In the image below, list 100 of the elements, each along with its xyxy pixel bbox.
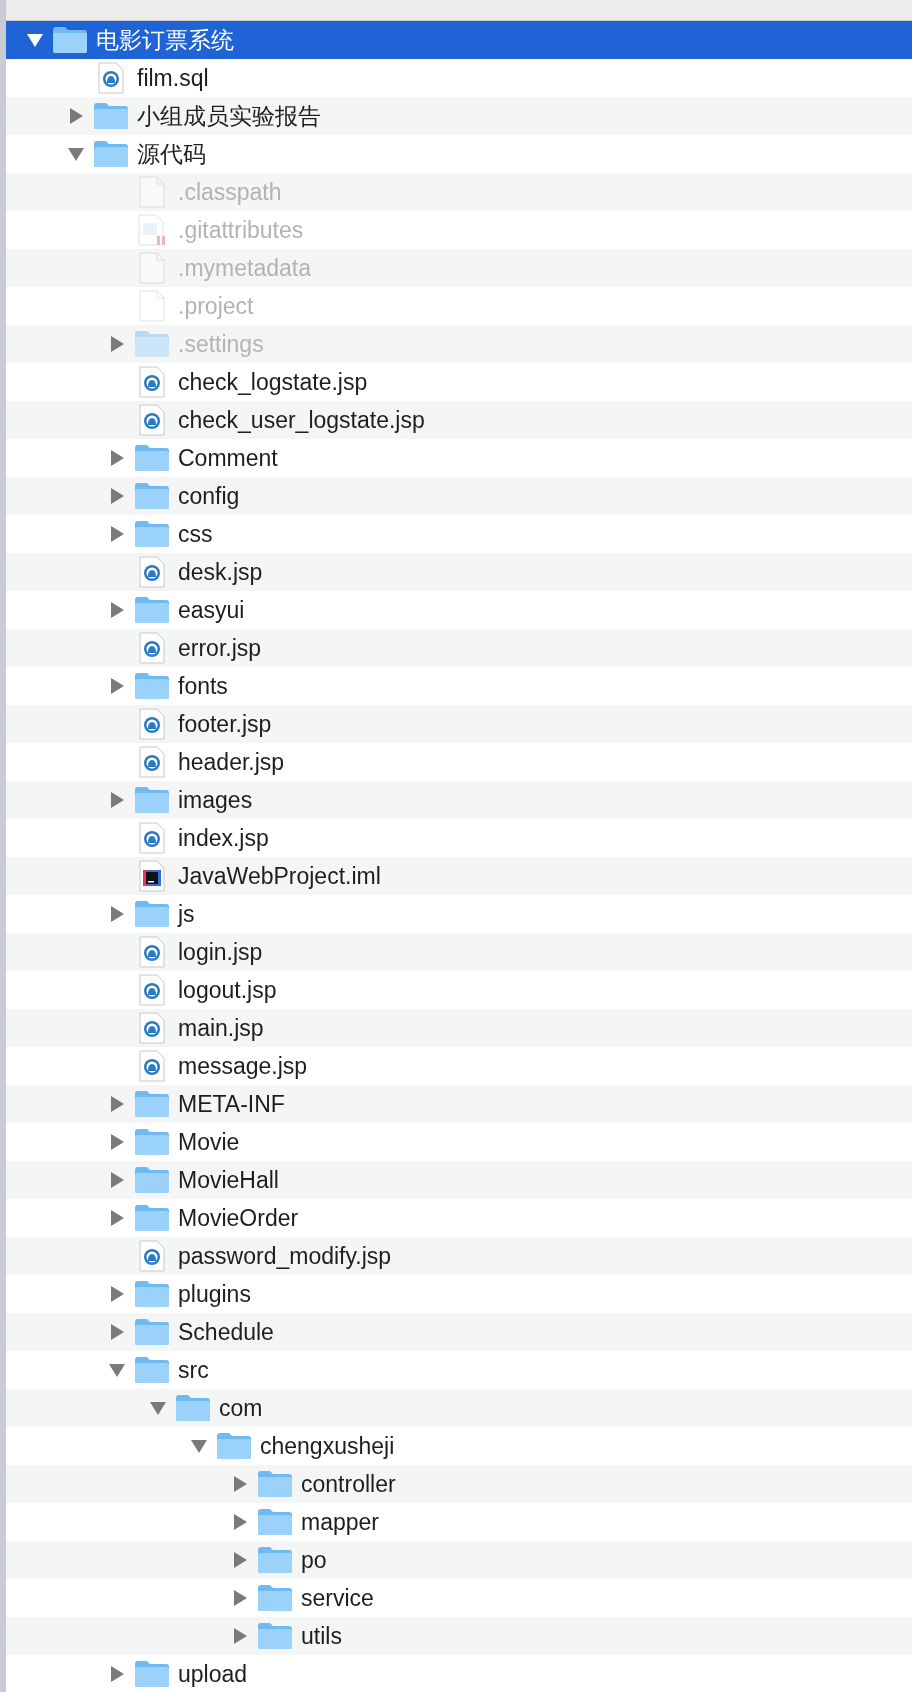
globe-document-icon [139,708,165,740]
file-name: desk.jsp [178,558,263,586]
expand-triangle-icon[interactable] [108,525,126,543]
file-row[interactable]: JavaWebProject.iml [6,857,912,895]
file-name: service [301,1584,374,1612]
file-row[interactable]: controller [6,1465,912,1503]
file-row[interactable]: po [6,1541,912,1579]
folder-icon [257,1584,293,1612]
folder-icon [52,26,88,54]
expand-triangle-icon[interactable] [108,677,126,695]
globe-document-icon [139,366,165,398]
file-name: .mymetadata [178,254,311,282]
folder-icon [134,1128,170,1156]
expand-triangle-icon[interactable] [108,1285,126,1303]
file-name: fonts [178,672,228,700]
globe-document-icon [139,632,165,664]
expand-triangle-icon[interactable] [108,791,126,809]
expand-triangle-icon[interactable] [108,1133,126,1151]
globe-document-icon [139,556,165,588]
file-name: check_user_logstate.jsp [178,406,425,434]
text-document-icon [138,214,166,246]
folder-icon [257,1508,293,1536]
file-name: login.jsp [178,938,263,966]
file-row[interactable]: com [6,1389,912,1427]
collapse-triangle-icon[interactable] [149,1399,167,1417]
file-row[interactable]: password_modify.jsp [6,1237,912,1275]
file-name: chengxusheji [260,1432,395,1460]
file-row[interactable]: MovieHall [6,1161,912,1199]
file-name: Schedule [178,1318,274,1346]
file-row[interactable]: desk.jsp [6,553,912,591]
expand-triangle-icon[interactable] [231,1627,249,1645]
folder-icon [134,1660,170,1688]
file-row[interactable]: 电影订票系统 [6,21,912,59]
file-name: js [178,900,195,928]
expand-triangle-icon[interactable] [231,1475,249,1493]
file-name: logout.jsp [178,976,277,1004]
collapse-triangle-icon[interactable] [26,31,44,49]
file-row[interactable]: utils [6,1617,912,1655]
folder-icon [134,482,170,510]
expand-triangle-icon[interactable] [108,1171,126,1189]
file-row[interactable]: META-INF [6,1085,912,1123]
folder-icon [134,1166,170,1194]
file-row[interactable]: error.jsp [6,629,912,667]
expand-triangle-icon[interactable] [108,1095,126,1113]
collapse-triangle-icon[interactable] [190,1437,208,1455]
collapse-triangle-icon[interactable] [108,1361,126,1379]
folder-icon [134,1318,170,1346]
file-row[interactable]: check_user_logstate.jsp [6,401,912,439]
globe-document-icon [139,1050,165,1082]
globe-document-icon [139,746,165,778]
file-name: Movie [178,1128,240,1156]
file-name: .classpath [178,178,282,206]
file-row[interactable]: 小组成员实验报告 [6,97,912,135]
expand-triangle-icon[interactable] [108,487,126,505]
file-name: com [219,1394,263,1422]
file-row[interactable]: main.jsp [6,1009,912,1047]
file-name: easyui [178,596,245,624]
expand-triangle-icon[interactable] [108,601,126,619]
blank-document-icon [139,252,165,284]
file-name: .project [178,292,254,320]
file-name: 小组成员实验报告 [137,101,321,131]
expand-triangle-icon[interactable] [231,1513,249,1531]
file-row[interactable]: config [6,477,912,515]
expand-triangle-icon[interactable] [108,1209,126,1227]
file-name: po [301,1546,327,1574]
folder-icon [134,1356,170,1384]
expand-triangle-icon[interactable] [108,449,126,467]
folder-icon [257,1622,293,1650]
file-row[interactable]: Schedule [6,1313,912,1351]
expand-triangle-icon[interactable] [231,1589,249,1607]
file-name: controller [301,1470,396,1498]
collapse-triangle-icon[interactable] [67,145,85,163]
folder-icon [134,520,170,548]
expand-triangle-icon[interactable] [108,1665,126,1683]
file-name: css [178,520,213,548]
folder-icon [93,102,129,130]
folder-icon [175,1394,211,1422]
folder-icon [134,900,170,928]
expand-triangle-icon[interactable] [108,335,126,353]
file-name: utils [301,1622,342,1650]
folder-icon [134,444,170,472]
file-name: password_modify.jsp [178,1242,392,1270]
file-row[interactable]: login.jsp [6,933,912,971]
file-row[interactable]: footer.jsp [6,705,912,743]
folder-icon [134,330,170,358]
globe-document-icon [139,404,165,436]
folder-icon [134,672,170,700]
globe-document-icon [139,1012,165,1044]
file-name: MovieHall [178,1166,279,1194]
globe-document-icon [98,62,124,94]
file-row[interactable]: images [6,781,912,819]
expand-triangle-icon[interactable] [231,1551,249,1569]
file-name: images [178,786,253,814]
expand-triangle-icon[interactable] [67,107,85,125]
file-name: src [178,1356,209,1384]
file-name: JavaWebProject.iml [178,862,381,890]
file-name: MovieOrder [178,1204,299,1232]
expand-triangle-icon[interactable] [108,905,126,923]
expand-triangle-icon[interactable] [108,1323,126,1341]
ide-document-icon [139,860,165,892]
